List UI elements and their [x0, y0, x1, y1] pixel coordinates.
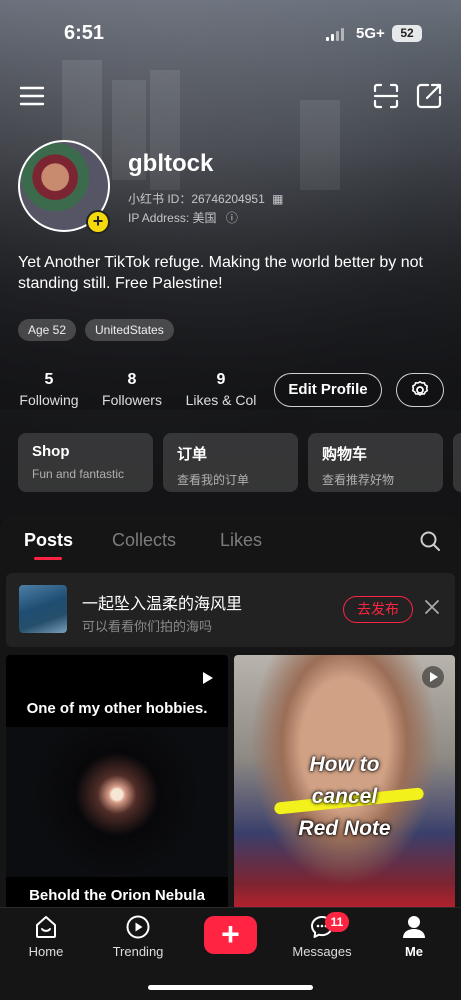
network-type: 5G+ [356, 25, 385, 42]
nav-me[interactable]: Me [379, 914, 449, 959]
video-play-icon [422, 666, 444, 688]
card-shop-title: Shop [32, 443, 70, 460]
topic-thumbnail [19, 585, 67, 633]
stat-followers[interactable]: 8 Followers [100, 371, 164, 408]
close-icon[interactable] [424, 599, 440, 615]
nebula-image [6, 727, 228, 877]
tag-location: UnitedStates [85, 319, 174, 341]
nav-home-label: Home [28, 944, 64, 959]
topic-prompt-card[interactable]: 一起坠入温柔的海风里 可以看看你们拍的海吗 去发布 [6, 573, 455, 647]
edit-profile-button[interactable]: Edit Profile [274, 373, 382, 407]
card-orders-subtitle: 查看我的订单 [177, 473, 250, 487]
menu-icon[interactable] [18, 82, 46, 110]
nav-home[interactable]: Home [11, 914, 81, 959]
post-card-nebula[interactable]: One of my other hobbies. Behold the Orio… [6, 655, 228, 910]
post-caption-top: One of my other hobbies. [26, 700, 208, 717]
search-icon[interactable] [418, 529, 442, 553]
card-cart[interactable]: 购物车 查看推荐好物 [308, 433, 443, 492]
tab-posts[interactable]: Posts [24, 530, 73, 551]
create-post-button[interactable]: + [204, 916, 257, 954]
messages-badge: 11 [325, 912, 349, 932]
post-caption-line-1: How to [309, 753, 380, 776]
signal-icon [326, 28, 344, 41]
ip-address-text: IP Address: 美国 [128, 211, 217, 225]
post-card-red-note[interactable]: How to cancel Red Note [234, 655, 455, 910]
card-shop[interactable]: Shop Fun and fantastic [18, 433, 153, 492]
card-orders[interactable]: 订单 查看我的订单 [163, 433, 298, 492]
settings-button[interactable] [396, 373, 444, 407]
topic-subtitle: 可以看看你们拍的海吗 [82, 619, 213, 634]
bio: Yet Another TikTok refuge. Making the wo… [18, 254, 423, 292]
topic-title: 一起坠入温柔的海风里 [82, 596, 243, 613]
status-bar: 6:51 5G+ 52 [0, 0, 461, 60]
stat-followers-label: Followers [102, 392, 162, 408]
stat-likes-label: Likes & Col [185, 392, 257, 408]
user-id-text: 小红书 ID：26746204951 [128, 192, 265, 206]
user-id[interactable]: 小红书 ID：26746204951 ▦ [128, 190, 283, 207]
profile-icon [403, 916, 425, 938]
post-caption-line-2: cancel [311, 785, 378, 808]
post-caption-bottom: Behold the Orion Nebula [29, 887, 205, 904]
qr-code-icon[interactable]: ▦ [272, 192, 283, 206]
stat-followers-count: 8 [127, 371, 137, 388]
scan-icon[interactable] [372, 82, 400, 110]
trending-icon [126, 915, 150, 939]
nav-trending[interactable]: Trending [103, 914, 173, 959]
tab-collects[interactable]: Collects [112, 530, 176, 551]
home-icon [36, 916, 56, 938]
battery-icon: 52 [392, 25, 422, 42]
stat-following-label: Following [19, 392, 79, 408]
info-icon[interactable]: ⓘ [226, 211, 238, 225]
stat-likes-count: 9 [216, 371, 226, 388]
content-tabs: Posts Collects Likes [0, 515, 461, 565]
video-play-icon [203, 672, 213, 684]
tab-active-indicator [34, 557, 62, 560]
share-icon[interactable] [415, 82, 443, 110]
ip-address: IP Address: 美国 ⓘ [128, 209, 238, 226]
nav-messages-label: Messages [292, 944, 352, 959]
publish-button[interactable]: 去发布 [343, 596, 413, 623]
card-cart-subtitle: 查看推荐好物 [322, 473, 395, 487]
nav-me-label: Me [404, 944, 424, 959]
stat-following[interactable]: 5 Following [18, 371, 80, 408]
gear-icon [412, 381, 428, 396]
status-time: 6:51 [64, 22, 105, 44]
nav-trending-label: Trending [112, 944, 164, 959]
content-panel: Posts Collects Likes 一起坠入温柔的海风里 可以看看你们拍的… [0, 515, 461, 915]
card-orders-title: 订单 [177, 446, 208, 463]
stat-following-count: 5 [44, 371, 54, 388]
post-caption-line-3: Red Note [298, 817, 391, 840]
username: gbltock [128, 150, 214, 177]
tag-age: Age 52 [18, 319, 77, 341]
tab-likes[interactable]: Likes [220, 530, 262, 551]
card-shop-subtitle: Fun and fantastic [32, 467, 125, 481]
home-indicator [148, 985, 313, 990]
add-story-icon[interactable]: + [86, 210, 110, 234]
nav-messages[interactable]: 11 Messages [287, 912, 357, 959]
stat-likes-collects[interactable]: 9 Likes & Col [183, 371, 259, 408]
card-overflow[interactable] [453, 433, 461, 492]
card-cart-title: 购物车 [322, 446, 368, 463]
